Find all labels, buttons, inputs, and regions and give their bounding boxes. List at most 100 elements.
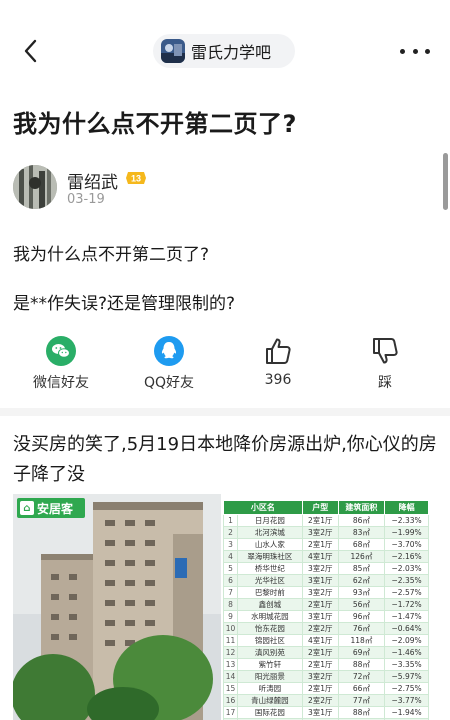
table-cell: 72㎡ xyxy=(337,670,386,683)
table-cell: 2室1厅 xyxy=(301,658,339,671)
table-row: 14 阳光丽景 3室2厅 72㎡ −5.97% xyxy=(223,670,429,683)
table-cell: 4 xyxy=(223,550,238,563)
post-title: 我为什么点不开第二页了? xyxy=(13,110,297,138)
table-cell: −1.99% xyxy=(384,526,429,539)
table-row: 2 北河滨城 3室2厅 83㎡ −1.99% xyxy=(223,526,429,539)
table-cell: 16 xyxy=(223,694,238,707)
share-wechat-button[interactable]: 微信好友 xyxy=(16,336,106,392)
table-cell: 88㎡ xyxy=(337,658,386,671)
table-cell: 93㎡ xyxy=(337,586,386,599)
like-count: 396 xyxy=(264,372,292,388)
table-cell: 2室1厅 xyxy=(301,514,339,527)
column-header: 小区名 xyxy=(223,500,303,515)
table-cell: 10 xyxy=(223,622,238,635)
table-cell: 3室1厅 xyxy=(301,574,339,587)
table-cell: 56㎡ xyxy=(337,598,386,611)
table-cell: 翠海明珠社区 xyxy=(237,550,303,563)
more-button[interactable] xyxy=(400,40,430,62)
table-cell: 2室1厅 xyxy=(301,538,339,551)
table-row: 1 日月花园 2室1厅 86㎡ −2.33% xyxy=(223,514,429,527)
table-cell: 85㎡ xyxy=(337,562,386,575)
forum-chip[interactable]: 雷氏力学吧 xyxy=(153,34,295,68)
table-cell: 3室2厅 xyxy=(301,526,339,539)
table-cell: 96㎡ xyxy=(337,610,386,623)
recommended-article-title[interactable]: 没买房的笑了,5月19日本地降价房源出炉,你心仪的房子降了没 xyxy=(13,430,438,490)
more-dot xyxy=(425,48,430,54)
table-row: 15 听涛园 2室1厅 66㎡ −2.75% xyxy=(223,682,429,695)
table-cell: 滇风别苑 xyxy=(237,646,303,659)
table-cell: 86㎡ xyxy=(337,514,386,527)
share-action-bar: 微信好友 QQ好友 396 踩 xyxy=(0,336,450,392)
table-cell: 怡东花园 xyxy=(237,622,303,635)
table-cell: 4室1厅 xyxy=(301,550,339,563)
table-cell: −1.46% xyxy=(384,646,429,659)
level-badge: 13 xyxy=(126,172,146,184)
table-row: 5 桥华世纪 3室2厅 85㎡ −2.03% xyxy=(223,562,429,575)
table-cell: 76㎡ xyxy=(337,622,386,635)
table-cell: 桥华世纪 xyxy=(237,562,303,575)
table-cell: 7 xyxy=(223,586,238,599)
building-photo xyxy=(13,494,221,720)
table-cell: 12 xyxy=(223,646,238,659)
table-cell: −2.03% xyxy=(384,562,429,575)
avatar[interactable] xyxy=(13,165,57,209)
table-cell: 3室1厅 xyxy=(301,706,339,719)
table-cell: 77㎡ xyxy=(337,694,386,707)
table-cell: 88㎡ xyxy=(337,706,386,719)
table-cell: 3室2厅 xyxy=(301,586,339,599)
table-cell: −2.57% xyxy=(384,586,429,599)
post-page: 雷氏力学吧 我为什么点不开第二页了? 雷绍武 13 03-19 我为什么点不开第… xyxy=(0,0,450,720)
table-cell: −1.94% xyxy=(384,706,429,719)
scrollbar[interactable] xyxy=(443,153,448,210)
table-row: 3 山水人家 2室1厅 68㎡ −3.70% xyxy=(223,538,429,551)
share-wechat-label: 微信好友 xyxy=(33,375,89,391)
recommended-article-image[interactable]: ⌂ 安居客 小区名 户型 建筑面积 降幅 1 日月花园 2室1厅 86㎡ −2.33% 2… xyxy=(13,494,435,720)
table-cell: 8 xyxy=(223,598,238,611)
share-qq-label: QQ好友 xyxy=(143,375,195,391)
brand-logo: ⌂ 安居客 xyxy=(17,498,85,518)
table-cell: −2.09% xyxy=(384,634,429,647)
table-body: 1 日月花园 2室1厅 86㎡ −2.33% 2 北河滨城 3室2厅 83㎡ −1.99% 3 山水人… xyxy=(223,514,429,720)
table-cell: 3室2厅 xyxy=(301,562,339,575)
table-header-row: 小区名 户型 建筑面积 降幅 xyxy=(223,500,429,515)
author-name[interactable]: 雷绍武 xyxy=(67,168,118,193)
like-button[interactable]: 396 xyxy=(233,336,323,388)
table-cell: 北河滨城 xyxy=(237,526,303,539)
table-cell: 锦园社区 xyxy=(237,634,303,647)
table-cell: 2室2厅 xyxy=(301,622,339,635)
table-cell: 14 xyxy=(223,670,238,683)
table-cell: 62㎡ xyxy=(337,574,386,587)
table-cell: 光华社区 xyxy=(237,574,303,587)
back-button[interactable] xyxy=(18,36,46,66)
table-cell: 2室2厅 xyxy=(301,694,339,707)
table-row: 16 青山绿麓园 2室2厅 77㎡ −3.77% xyxy=(223,694,429,707)
share-qq-button[interactable]: QQ好友 xyxy=(124,336,214,392)
table-cell: 68㎡ xyxy=(337,538,386,551)
wechat-icon xyxy=(46,336,76,366)
table-cell: −3.77% xyxy=(384,694,429,707)
table-cell: 紫竹轩 xyxy=(237,658,303,671)
top-nav-bar: 雷氏力学吧 xyxy=(0,28,450,74)
table-cell: 69㎡ xyxy=(337,646,386,659)
table-cell: 5 xyxy=(223,562,238,575)
qq-icon xyxy=(154,336,184,366)
level-number: 13 xyxy=(131,174,141,184)
table-cell: 青山绿麓园 xyxy=(237,694,303,707)
table-row: 6 光华社区 3室1厅 62㎡ −2.35% xyxy=(223,574,429,587)
table-cell: 2室1厅 xyxy=(301,598,339,611)
table-cell: 听涛园 xyxy=(237,682,303,695)
table-cell: 11 xyxy=(223,634,238,647)
brand-name: 安居客 xyxy=(37,501,74,516)
table-cell: 2室1厅 xyxy=(301,682,339,695)
post-date: 03-19 xyxy=(67,192,105,207)
thumbs-down-icon xyxy=(373,338,398,364)
table-cell: 4室1厅 xyxy=(301,634,339,647)
dislike-button[interactable]: 踩 xyxy=(340,336,430,392)
table-cell: 17 xyxy=(223,706,238,719)
more-dot xyxy=(400,48,405,54)
table-cell: 118㎡ xyxy=(337,634,386,647)
table-row: 7 巴黎时前 3室2厅 93㎡ −2.57% xyxy=(223,586,429,599)
table-cell: 126㎡ xyxy=(337,550,386,563)
house-icon: ⌂ xyxy=(20,501,34,515)
table-cell: 3 xyxy=(223,538,238,551)
